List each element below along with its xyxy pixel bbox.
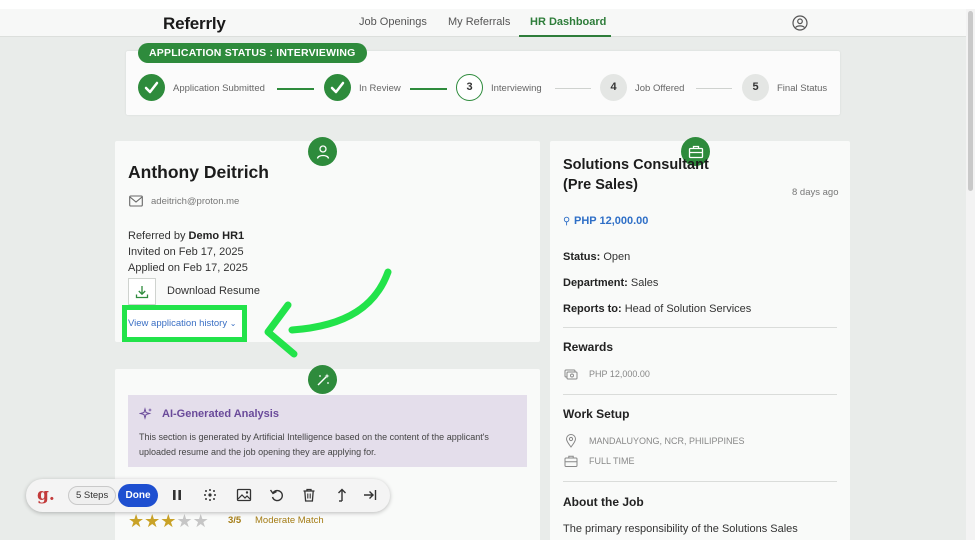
step-connector	[277, 88, 314, 90]
download-resume-button[interactable]	[128, 278, 156, 305]
share-icon[interactable]	[334, 487, 350, 503]
image-icon[interactable]	[236, 487, 252, 503]
sparkle-icon	[139, 407, 152, 420]
recorder-logo[interactable]: g.	[37, 485, 55, 505]
step-1-check	[138, 74, 165, 101]
person-badge	[308, 137, 337, 166]
scrollbar-thumb[interactable]	[968, 11, 973, 191]
job-location: MANDALUYONG, NCR, PHILIPPINES	[589, 436, 745, 446]
divider	[563, 481, 837, 482]
reward-value: PHP 12,000.00	[589, 369, 650, 379]
step-5-label: Final Status	[777, 83, 828, 94]
bottom-strip	[0, 540, 975, 548]
money-icon	[564, 369, 578, 380]
undo-icon[interactable]	[269, 487, 285, 503]
about-job-text: The primary responsibility of the Soluti…	[563, 523, 798, 535]
ai-analysis-title: AI-Generated Analysis	[162, 408, 279, 420]
divider	[563, 327, 837, 328]
match-label: Moderate Match	[255, 515, 324, 526]
analysis-badge	[308, 365, 337, 394]
star-icon: ★	[160, 511, 177, 531]
step-5-number: 5	[742, 74, 769, 101]
star-empty-icon: ★	[192, 511, 209, 531]
job-status: Status: Open	[563, 251, 630, 263]
job-title: Solutions Consultant (Pre Sales)	[563, 157, 709, 193]
job-reports-label: Reports to:	[563, 303, 622, 315]
ai-analysis-description: This section is generated by Artificial …	[139, 432, 489, 457]
step-4-label: Job Offered	[635, 83, 685, 94]
done-button[interactable]: Done	[118, 484, 158, 507]
download-resume-label[interactable]: Download Resume	[167, 285, 260, 297]
rating-score: 3/5	[228, 515, 242, 526]
person-icon	[316, 144, 329, 159]
rewards-title: Rewards	[563, 340, 614, 354]
job-department-value: Sales	[630, 277, 659, 289]
view-history-link[interactable]: View application history ⌄	[128, 318, 236, 329]
view-history-text: View application history	[128, 318, 228, 329]
top-strip	[0, 0, 975, 9]
referred-prefix: Referred by	[128, 230, 189, 242]
step-3-number: 3	[456, 74, 483, 101]
trash-icon[interactable]	[301, 487, 317, 503]
content-area: APPLICATION STATUS : INTERVIEWING Applic…	[0, 9, 966, 540]
candidate-name: Anthony Deitrich	[128, 162, 269, 182]
check-icon	[330, 81, 345, 94]
invited-date: Invited on Feb 17, 2025	[128, 246, 244, 258]
job-status-label: Status:	[563, 251, 601, 263]
applied-date: Applied on Feb 17, 2025	[128, 262, 248, 274]
steps-badge[interactable]: 5 Steps	[68, 486, 117, 505]
star-icon: ★	[128, 511, 145, 531]
rating-stars: ★★★★★	[128, 512, 209, 530]
vertical-scrollbar[interactable]	[966, 9, 975, 540]
check-icon	[144, 81, 159, 94]
step-connector	[410, 88, 447, 90]
star-empty-icon: ★	[176, 511, 193, 531]
referred-by: Referred by Demo HR1	[128, 230, 244, 242]
employment-type: FULL TIME	[589, 456, 635, 466]
job-status-value: Open	[603, 251, 631, 263]
step-2-check	[324, 74, 351, 101]
mail-icon	[129, 195, 143, 207]
posted-ago: 8 days ago	[792, 187, 839, 198]
divider	[563, 394, 837, 395]
star-icon: ★	[144, 511, 161, 531]
guide-arrow-icon	[264, 268, 392, 358]
work-setup-title: Work Setup	[563, 407, 630, 421]
step-connector	[696, 88, 732, 89]
status-pill: APPLICATION STATUS : INTERVIEWING	[138, 43, 367, 63]
pause-icon[interactable]	[169, 487, 185, 503]
job-department: Department: Sales	[563, 277, 658, 289]
blur-icon[interactable]	[202, 487, 218, 503]
location-pin-icon	[565, 434, 577, 448]
step-1-label: Application Submitted	[173, 83, 265, 94]
job-reports-value: Head of Solution Services	[624, 303, 752, 315]
step-connector	[555, 88, 591, 89]
step-2-label: In Review	[359, 83, 401, 94]
job-department-label: Department:	[563, 277, 628, 289]
chevron-down-icon: ⌄	[229, 319, 237, 328]
briefcase-icon	[564, 455, 578, 467]
candidate-email: adeitrich@proton.me	[151, 196, 240, 207]
step-3-label: Interviewing	[491, 83, 542, 94]
job-salary: PHP 12,000.00	[574, 215, 649, 227]
step-4-number: 4	[600, 74, 627, 101]
magic-wand-icon	[317, 373, 329, 385]
skip-end-icon[interactable]	[362, 487, 378, 503]
about-job-title: About the Job	[563, 495, 644, 509]
job-reports-to: Reports to: Head of Solution Services	[563, 303, 751, 315]
trophy-icon: ⚲	[563, 216, 571, 227]
download-icon	[135, 285, 149, 298]
referrer-name: Demo HR1	[188, 230, 245, 242]
